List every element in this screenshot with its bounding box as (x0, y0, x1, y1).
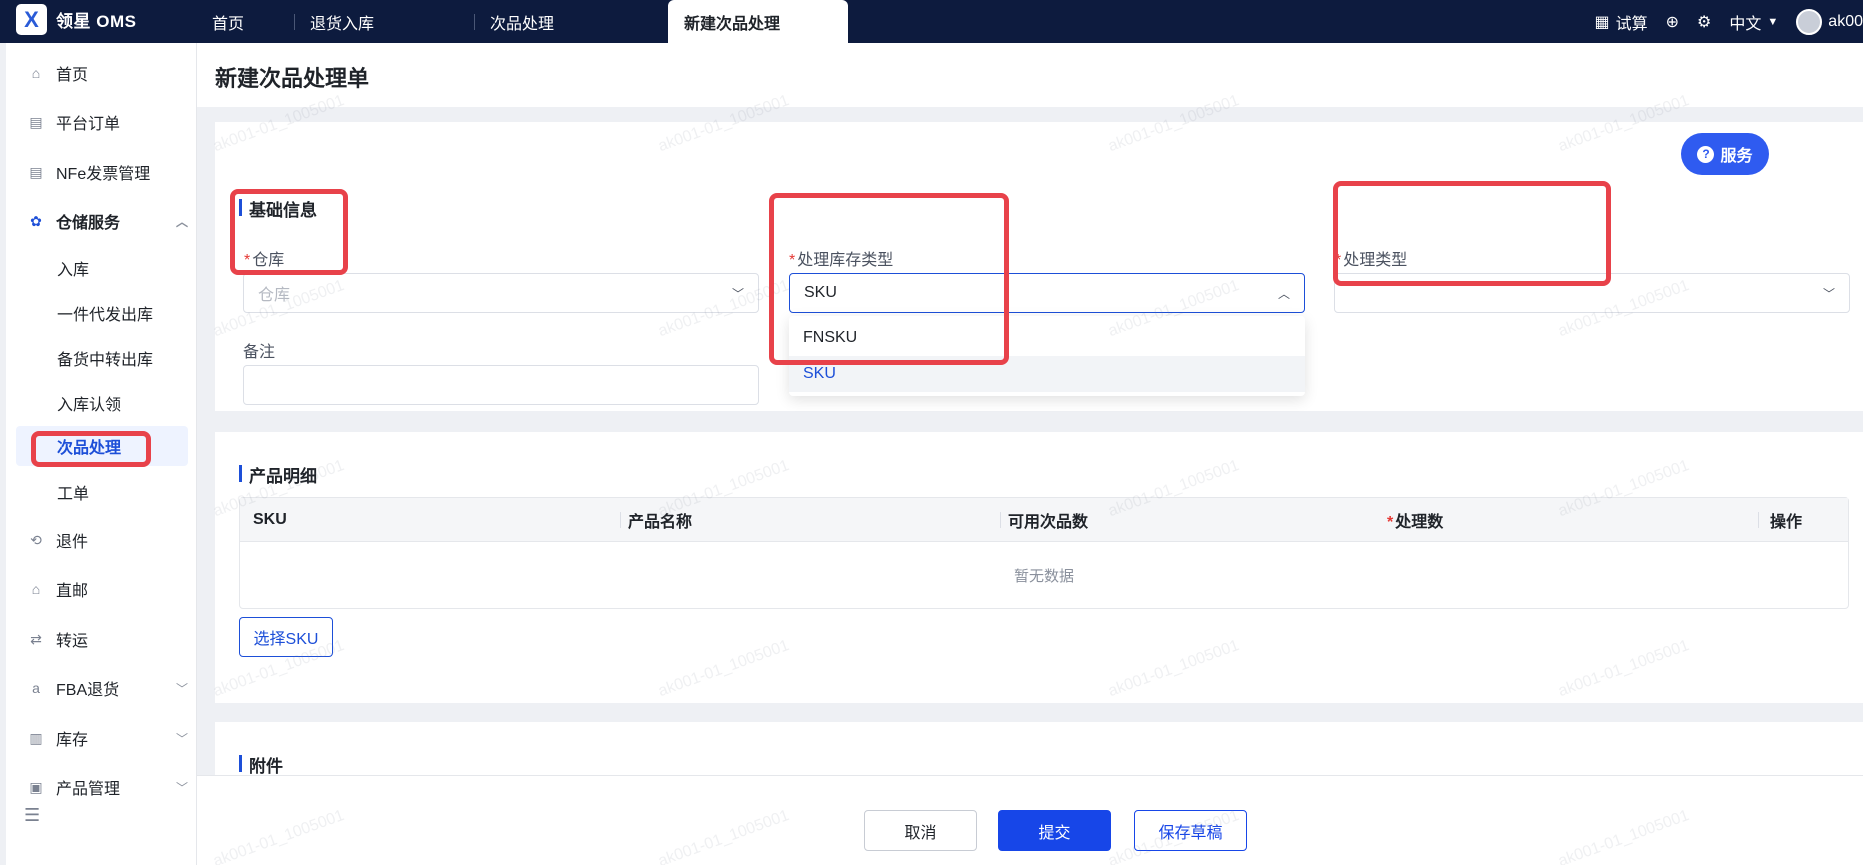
col-actions: 操作 (1770, 513, 1803, 531)
col-process-qty: * 处理数 (1387, 513, 1444, 531)
sidebar-sub-work-order[interactable]: 工单 (57, 478, 89, 506)
column-divider (1000, 512, 1001, 528)
user-menu[interactable]: ak00 (1796, 8, 1863, 35)
service-button[interactable]: ? 服务 (1681, 133, 1769, 175)
amazon-icon: a (32, 680, 40, 696)
collapse-menu-icon[interactable]: ☰ (24, 805, 40, 826)
section-title-product-detail: 产品明细 (239, 462, 317, 487)
sidebar-item-nfe-invoice[interactable]: ▤ NFe发票管理 (28, 157, 188, 187)
calculator-icon: ▦ (1594, 13, 1610, 31)
logo-text: 领星 OMS (56, 12, 137, 31)
chevron-down-icon: ﹀ (1822, 286, 1835, 301)
chevron-down-icon: ﹀ (731, 286, 744, 301)
mail-icon: ⌂ (31, 581, 41, 597)
col-available-defects: 可用次品数 (1008, 513, 1089, 531)
sidebar-sub-transfer-outbound[interactable]: 备货中转出库 (57, 344, 153, 372)
section-title-attachment: 附件 (239, 752, 283, 777)
section-title-basic-info: 基础信息 (239, 196, 317, 221)
process-type-label: * 处理类型 (1335, 252, 1408, 269)
chevron-up-icon: ︿ (175, 214, 188, 229)
help-icon: ? (1697, 145, 1715, 163)
main-content: 新建次品处理单 基础信息 * 仓库 仓库 ﹀ * 处理库存类型 SKU ︿ * 处理类… (197, 43, 1863, 865)
table-empty-state: 暂无数据 (1013, 567, 1074, 585)
column-divider (620, 512, 621, 528)
column-divider (1758, 512, 1759, 528)
stock-type-label: * 处理库存类型 (789, 252, 894, 269)
chevron-down-icon: ﹀ (175, 780, 188, 795)
basic-info-card: 基础信息 * 仓库 仓库 ﹀ * 处理库存类型 SKU ︿ * 处理类型 ﹀ 备注 F… (215, 122, 1863, 411)
page-title: 新建次品处理单 (215, 66, 370, 91)
logo-icon: X (16, 4, 47, 35)
sidebar-item-direct-mail[interactable]: ⌂ 直邮 (28, 574, 188, 604)
settings-icon[interactable]: ⚙ (1697, 12, 1711, 32)
document-icon: ▤ (29, 163, 43, 180)
sidebar-sub-defect-processing[interactable]: 次品处理 (57, 432, 121, 460)
warehouse-service-icon: ✿ (30, 212, 42, 229)
product-table: SKU 产品名称 可用次品数 * 处理数 操作 暂无数据 (239, 497, 1849, 609)
remark-input[interactable] (243, 365, 759, 405)
avatar (1796, 8, 1823, 35)
save-draft-button[interactable]: 保存草稿 (1134, 810, 1247, 851)
caret-down-icon: ▼ (1767, 15, 1779, 28)
chevron-down-icon: ﹀ (175, 681, 188, 696)
form-footer: 取消 提交 保存草稿 (197, 775, 1863, 865)
home-icon: ⌂ (31, 65, 41, 81)
return-icon: ⟲ (30, 531, 42, 548)
sidebar-item-returns[interactable]: ⟲ 退件 (28, 525, 188, 555)
page-tabs: 首页 退货入库 次品处理 新建次品处理 (196, 0, 848, 43)
language-select[interactable]: 中文 ▼ (1729, 10, 1778, 34)
col-sku: SKU (253, 510, 287, 528)
sidebar-sub-dropship-outbound[interactable]: 一件代发出库 (57, 299, 153, 327)
sidebar-sub-inbound[interactable]: 入库 (57, 254, 89, 282)
sidebar-item-transfer[interactable]: ⇄ 转运 (28, 624, 188, 654)
dropdown-option-sku[interactable]: SKU (789, 356, 1305, 392)
table-header: SKU 产品名称 可用次品数 * 处理数 操作 (240, 498, 1848, 542)
warehouse-label: * 仓库 (244, 252, 285, 269)
chevron-up-icon: ︿ (1277, 286, 1290, 301)
transfer-icon: ⇄ (30, 630, 42, 647)
dropdown-option-fnsku[interactable]: FNSKU (789, 320, 1305, 356)
app-logo[interactable]: X 领星 OMS (16, 4, 136, 35)
sidebar-item-home[interactable]: ⌂ 首页 (28, 58, 188, 88)
sidebar-sub-inbound-claim[interactable]: 入库认领 (57, 389, 121, 417)
sidebar: ⌂ 首页 ▤ 平台订单 ▤ NFe发票管理 ✿ 仓储服务 ︿ 入库 一件代发出库 备货中… (6, 43, 197, 865)
top-right-tools: ▦ 试算 ⊕ ⚙ 中文 ▼ ak00 (1595, 0, 1863, 43)
tab-home[interactable]: 首页 (196, 0, 294, 43)
remark-label: 备注 (243, 344, 276, 361)
sidebar-item-product-management[interactable]: ▣ 产品管理 ﹀ (28, 772, 188, 802)
sidebar-item-platform-orders[interactable]: ▤ 平台订单 (28, 107, 188, 137)
process-type-select[interactable]: ﹀ (1334, 273, 1850, 313)
col-product-name: 产品名称 (628, 513, 693, 531)
stock-type-select[interactable]: SKU ︿ (789, 273, 1305, 313)
page-header: 新建次品处理单 (197, 43, 1863, 107)
sidebar-item-warehouse-services[interactable]: ✿ 仓储服务 ︿ (28, 206, 188, 236)
select-sku-button[interactable]: 选择SKU (239, 617, 333, 657)
tab-new-defect-processing[interactable]: 新建次品处理 (668, 0, 848, 43)
product-detail-card: 产品明细 SKU 产品名称 可用次品数 * 处理数 操作 暂无数据 选择SKU (215, 432, 1863, 703)
tab-defect-processing[interactable]: 次品处理 (474, 0, 657, 43)
stock-type-dropdown: FNSKU SKU (789, 316, 1305, 396)
warehouse-select[interactable]: 仓库 ﹀ (243, 273, 759, 313)
download-icon[interactable]: ⊕ (1666, 12, 1679, 32)
sidebar-item-inventory[interactable]: ▥ 库存 ﹀ (28, 723, 188, 753)
trial-calc-button[interactable]: ▦ 试算 (1595, 10, 1648, 34)
sidebar-item-fba-return[interactable]: a FBA退货 ﹀ (28, 673, 188, 703)
tab-return-inbound[interactable]: 退货入库 (294, 0, 474, 43)
top-bar: X 领星 OMS 首页 退货入库 次品处理 新建次品处理 ▦ 试算 ⊕ ⚙ 中文… (0, 0, 1863, 43)
cancel-button[interactable]: 取消 (864, 810, 977, 851)
inventory-icon: ▥ (29, 729, 43, 746)
chevron-down-icon: ﹀ (175, 731, 188, 746)
submit-button[interactable]: 提交 (998, 810, 1111, 851)
product-icon: ▣ (29, 778, 43, 795)
clipboard-icon: ▤ (29, 113, 43, 130)
